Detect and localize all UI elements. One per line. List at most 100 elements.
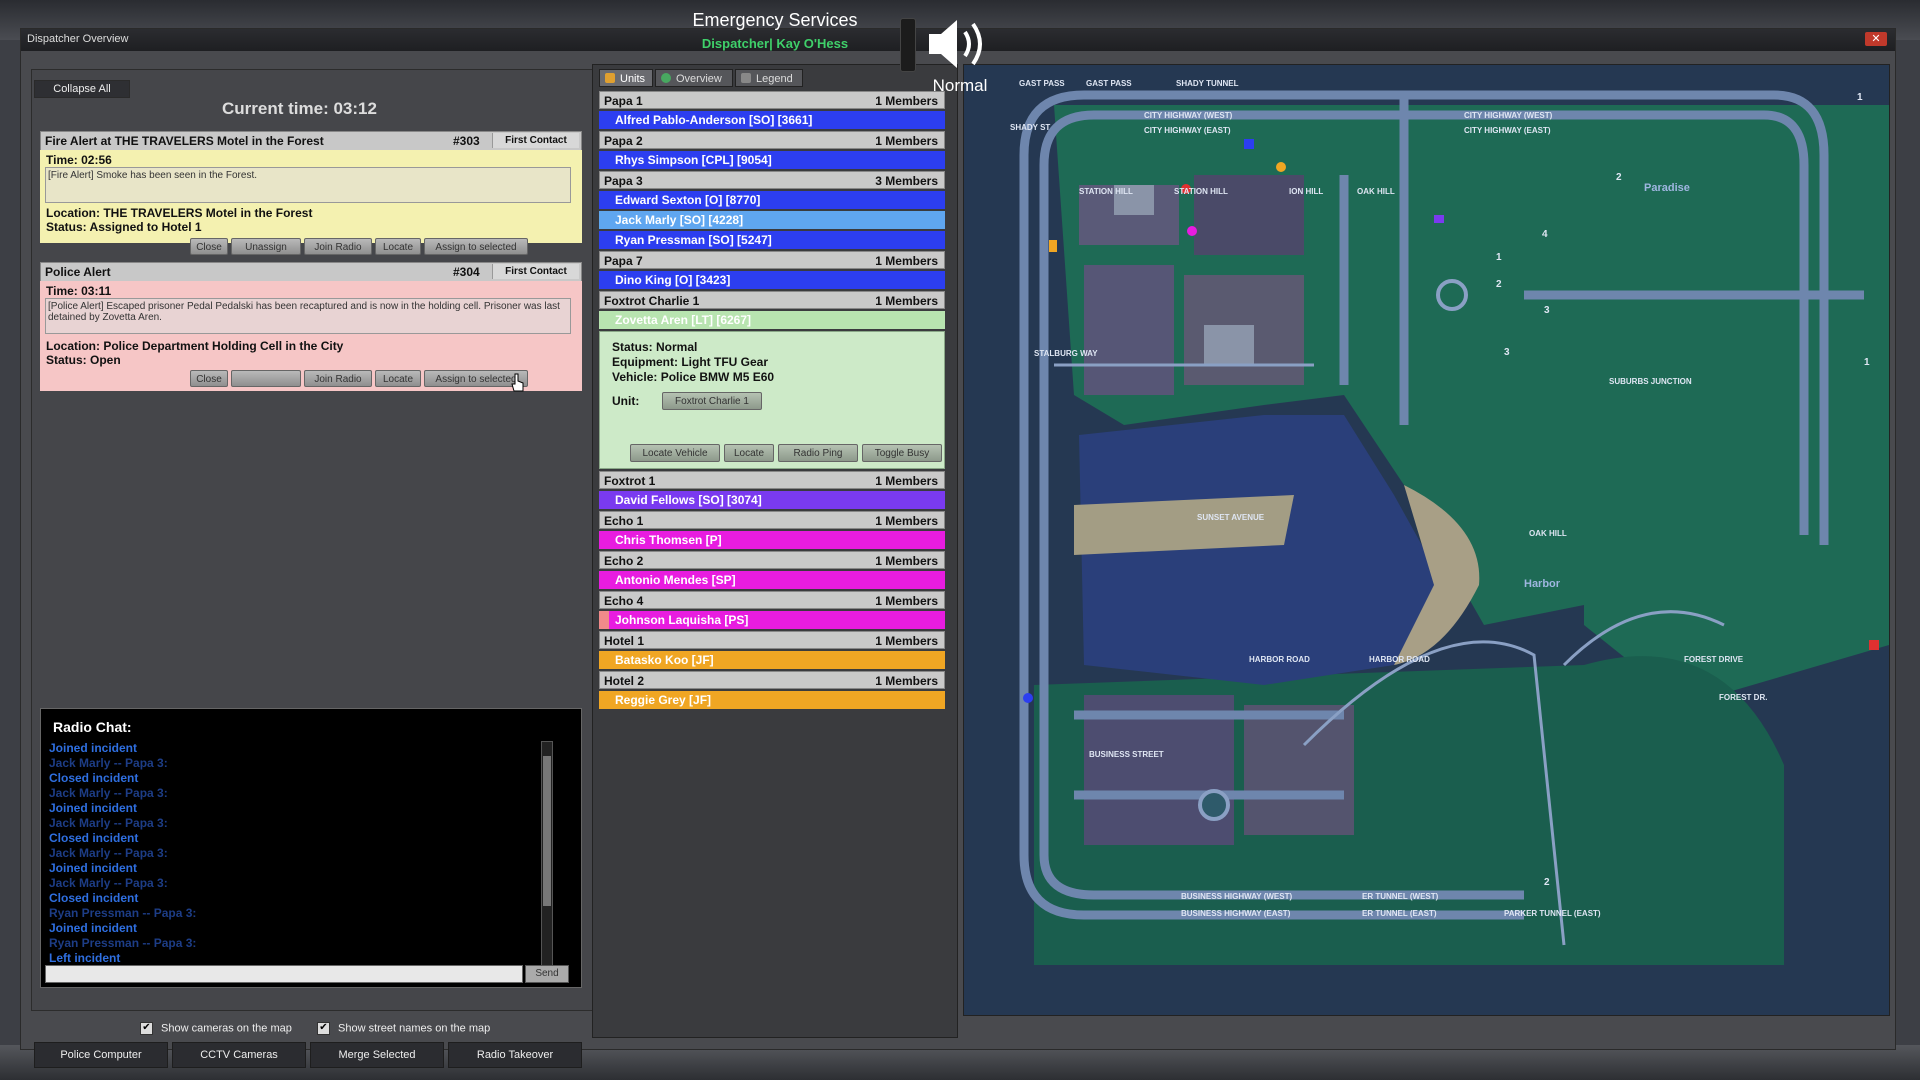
unit-member-row[interactable]: Alfred Pablo-Anderson [SO] [3661]	[599, 111, 945, 129]
unit-member-row[interactable]: Rhys Simpson [CPL] [9054]	[599, 151, 945, 169]
radio-chat-line: Ryan Pressman -- Papa 3:	[49, 936, 197, 950]
radio-takeover-button[interactable]: Radio Takeover	[448, 1042, 582, 1068]
cctv-cameras-button[interactable]: CCTV Cameras	[172, 1042, 306, 1068]
send-button[interactable]: Send	[525, 965, 569, 983]
incident-header[interactable]: Fire Alert at THE TRAVELERS Motel in the…	[40, 131, 582, 151]
member-color-stripe	[599, 611, 609, 629]
map-street-label: HARBOR ROAD	[1369, 655, 1430, 664]
locate-button[interactable]: Locate	[375, 370, 421, 387]
tab-label: Overview	[676, 73, 722, 85]
member-name: Reggie Grey [JF]	[615, 693, 712, 707]
unit-group-count: 1 Members	[875, 594, 938, 608]
mouse-cursor-icon	[511, 373, 524, 392]
unit-group-header[interactable]: Papa 2 1 Members	[599, 131, 945, 149]
map-street-label: OAK HILL	[1357, 187, 1395, 196]
map-street-label: BUSINESS STREET	[1089, 750, 1164, 759]
scrollbar-thumb[interactable]	[543, 756, 551, 906]
unit-member-row[interactable]: Batasko Koo [JF]	[599, 651, 945, 669]
unit-group-header[interactable]: Foxtrot Charlie 1 1 Members	[599, 291, 945, 309]
toggle-busy-button[interactable]: Toggle Busy	[862, 444, 942, 462]
show-cameras-checkbox[interactable]: ✔ Show cameras on the map	[140, 1022, 292, 1035]
unit-member-row[interactable]: Edward Sexton [O] [8770]	[599, 191, 945, 209]
unit-group-header[interactable]: Foxtrot 1 1 Members	[599, 471, 945, 489]
close-incident-button[interactable]: Close	[190, 370, 228, 387]
district-number: 3	[1544, 305, 1550, 316]
incident-card[interactable]: Police Alert #304 First Contact Time: 03…	[40, 262, 582, 391]
assign-to-selected-button[interactable]: Assign to selected	[424, 238, 528, 255]
unassign-button[interactable]: Unassign	[231, 238, 301, 255]
map-street-label: ER TUNNEL (WEST)	[1362, 892, 1439, 901]
member-color-stripe	[599, 231, 609, 249]
district-number: 1	[1864, 357, 1870, 368]
map-street-label: CITY HIGHWAY (WEST)	[1464, 111, 1553, 120]
map-canvas[interactable]: 1 2 4 1 2 3 3 1 2	[964, 65, 1889, 1015]
radio-chat-line: Joined incident	[49, 921, 138, 935]
incident-card[interactable]: Fire Alert at THE TRAVELERS Motel in the…	[40, 131, 582, 255]
member-name: Dino King [O] [3423]	[615, 273, 731, 287]
incident-description: [Fire Alert] Smoke has been seen in the …	[45, 167, 571, 203]
locate-vehicle-button[interactable]: Locate Vehicle	[630, 444, 720, 462]
unit-select-button[interactable]: Foxtrot Charlie 1	[662, 392, 762, 410]
map-street-label: STATION HILL	[1079, 187, 1133, 196]
unit-member-row[interactable]: Johnson Laquisha [PS]	[599, 611, 945, 629]
unit-member-row[interactable]: Zovetta Aren [LT] [6267]	[599, 311, 945, 329]
legend-icon	[741, 73, 751, 83]
unit-member-row[interactable]: Jack Marly [SO] [4228]	[599, 211, 945, 229]
unit-group-header[interactable]: Papa 7 1 Members	[599, 251, 945, 269]
unassign-button[interactable]	[231, 370, 301, 387]
tab-overview[interactable]: Overview	[655, 69, 733, 87]
unit-group-name: Echo 2	[604, 554, 644, 568]
unit-group-header[interactable]: Echo 1 1 Members	[599, 511, 945, 529]
unit-group-header[interactable]: Papa 3 3 Members	[599, 171, 945, 189]
unit-member-row[interactable]: David Fellows [SO] [3074]	[599, 491, 945, 509]
radio-chat-line: Closed incident	[49, 771, 139, 785]
units-icon	[605, 73, 615, 83]
radio-chat-title: Radio Chat:	[53, 719, 132, 735]
member-color-stripe	[599, 151, 609, 169]
unit-group-name: Hotel 1	[604, 634, 645, 648]
member-name: David Fellows [SO] [3074]	[615, 493, 762, 507]
unit-group-header[interactable]: Echo 4 1 Members	[599, 591, 945, 609]
city-map[interactable]: 1 2 4 1 2 3 3 1 2 GAST PASS GAST PASS SH…	[963, 64, 1890, 1016]
map-street-label: CITY HIGHWAY (EAST)	[1464, 126, 1551, 135]
checkbox-label: Show street names on the map	[338, 1022, 491, 1035]
radio-chat-input[interactable]	[45, 965, 523, 983]
unit-member-row[interactable]: Ryan Pressman [SO] [5247]	[599, 231, 945, 249]
unit-group-count: 1 Members	[875, 474, 938, 488]
unit-member-row[interactable]: Reggie Grey [JF]	[599, 691, 945, 709]
unit-group-name: Papa 3	[604, 174, 643, 188]
unit-group-header[interactable]: Papa 1 1 Members	[599, 91, 945, 109]
locate-unit-button[interactable]: Locate	[724, 444, 774, 462]
merge-selected-button[interactable]: Merge Selected	[310, 1042, 444, 1068]
unit-group-header[interactable]: Hotel 1 1 Members	[599, 631, 945, 649]
district-number: 1	[1857, 92, 1863, 103]
unit-group-header[interactable]: Hotel 2 1 Members	[599, 671, 945, 689]
speaker-icon[interactable]	[925, 14, 995, 74]
unit-member-row[interactable]: Antonio Mendes [SP]	[599, 571, 945, 589]
show-street-names-checkbox[interactable]: ✔ Show street names on the map	[317, 1022, 490, 1035]
district-number: 2	[1616, 172, 1622, 183]
tab-legend[interactable]: Legend	[735, 69, 803, 87]
globe-icon	[661, 73, 671, 83]
close-incident-button[interactable]: Close	[190, 238, 228, 255]
radio-ping-button[interactable]: Radio Ping	[778, 444, 858, 462]
unit-member-row[interactable]: Chris Thomsen [P]	[599, 531, 945, 549]
police-computer-button[interactable]: Police Computer	[34, 1042, 168, 1068]
collapse-all-button[interactable]: Collapse All	[34, 80, 130, 98]
radio-chat-scrollbar[interactable]	[541, 741, 553, 971]
unit-group-header[interactable]: Echo 2 1 Members	[599, 551, 945, 569]
incident-header[interactable]: Police Alert #304 First Contact	[40, 262, 582, 282]
unit-member-row[interactable]: Dino King [O] [3423]	[599, 271, 945, 289]
member-color-stripe	[599, 111, 609, 129]
member-name: Rhys Simpson [CPL] [9054]	[615, 153, 772, 167]
locate-button[interactable]: Locate	[375, 238, 421, 255]
unit-group-count: 1 Members	[875, 254, 938, 268]
unit-group-name: Papa 7	[604, 254, 643, 268]
tab-units[interactable]: Units	[599, 69, 653, 87]
member-color-stripe	[599, 491, 609, 509]
close-window-button[interactable]: ✕	[1865, 32, 1887, 46]
join-radio-button[interactable]: Join Radio	[304, 238, 372, 255]
checkbox-checked-icon[interactable]: ✔	[317, 1022, 330, 1035]
checkbox-checked-icon[interactable]: ✔	[140, 1022, 153, 1035]
join-radio-button[interactable]: Join Radio	[304, 370, 372, 387]
